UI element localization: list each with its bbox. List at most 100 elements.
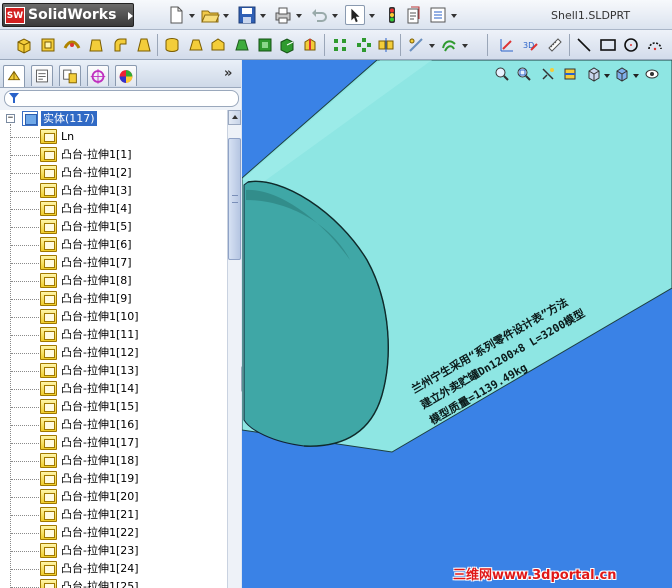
tree-item[interactable]: 凸台-拉伸1[18] (0, 452, 227, 470)
tree-item[interactable]: 凸台-拉伸1[1] (0, 146, 227, 164)
tree-vertical-scrollbar[interactable] (227, 110, 241, 588)
undo-icon[interactable] (309, 5, 329, 25)
model-render[interactable]: 兰州宁生采用“系列零件设计表”方法 建立外卖贮罐Dn1200×8 L=3200模… (242, 60, 672, 588)
swept-cut-icon[interactable] (209, 36, 227, 54)
open-document-icon[interactable] (200, 5, 220, 25)
rebuild-icon[interactable] (382, 5, 402, 25)
file-properties-icon[interactable] (404, 5, 424, 25)
more-tabs-chevron-icon[interactable]: » (224, 66, 232, 81)
scroll-up-arrow-icon[interactable] (228, 110, 241, 125)
open-dropdown-icon[interactable] (223, 14, 229, 18)
fillet-icon[interactable] (111, 36, 129, 54)
tree-item[interactable]: 凸台-拉伸1[17] (0, 434, 227, 452)
solid-body-icon (40, 309, 57, 324)
extruded-cut-icon[interactable] (163, 36, 181, 54)
3d-sketch-icon[interactable]: 3D (521, 36, 539, 54)
tree-connector (11, 317, 39, 318)
print-icon[interactable] (273, 5, 293, 25)
shell-icon[interactable] (256, 36, 274, 54)
solid-body-icon (40, 183, 57, 198)
tree-item[interactable]: 凸台-拉伸1[21] (0, 506, 227, 524)
view-orientation-dropdown-icon[interactable] (604, 74, 610, 78)
line-icon[interactable] (575, 36, 593, 54)
property-manager-tab-icon[interactable] (31, 65, 53, 86)
draft-icon[interactable] (278, 36, 296, 54)
tree-connector (11, 137, 39, 138)
lofted-boss-icon[interactable] (87, 36, 105, 54)
tree-item[interactable]: 凸台-拉伸1[12] (0, 344, 227, 362)
tree-root-solid-bodies[interactable]: − 实体(117) (0, 110, 227, 128)
tree-item[interactable]: 凸台-拉伸1[13] (0, 362, 227, 380)
tree-item[interactable]: 凸台-拉伸1[14] (0, 380, 227, 398)
solid-body-icon (40, 579, 57, 588)
tree-item-label: 凸台-拉伸1[7] (61, 256, 132, 269)
display-manager-tab-icon[interactable] (115, 65, 137, 86)
display-style-dropdown-icon[interactable] (633, 74, 639, 78)
tree-item[interactable]: 凸台-拉伸1[15] (0, 398, 227, 416)
reference-geometry-dropdown-icon[interactable] (429, 44, 435, 48)
chamfer-icon[interactable] (135, 36, 153, 54)
hide-show-items-icon[interactable] (644, 66, 660, 82)
rectangle-icon[interactable] (599, 36, 617, 54)
tree-item[interactable]: 凸台-拉伸1[5] (0, 218, 227, 236)
circle-icon[interactable] (622, 36, 640, 54)
revolved-cut-icon[interactable] (187, 36, 205, 54)
sketch-icon[interactable] (498, 36, 516, 54)
lofted-cut-icon[interactable] (233, 36, 251, 54)
zoom-to-fit-icon[interactable] (494, 66, 510, 82)
new-dropdown-icon[interactable] (189, 14, 195, 18)
undo-dropdown-icon[interactable] (332, 14, 338, 18)
tree-item[interactable]: 凸台-拉伸1[24] (0, 560, 227, 578)
tree-item[interactable]: 凸台-拉伸1[6] (0, 236, 227, 254)
tree-item[interactable]: 凸台-拉伸1[20] (0, 488, 227, 506)
print-dropdown-icon[interactable] (296, 14, 302, 18)
collapse-toggle-icon[interactable]: − (6, 114, 15, 123)
dimxpert-manager-tab-icon[interactable] (87, 65, 109, 86)
reference-geometry-icon[interactable] (407, 36, 425, 54)
extruded-boss-icon[interactable] (15, 36, 33, 54)
options-icon[interactable] (428, 5, 448, 25)
tree-item[interactable]: 凸台-拉伸1[7] (0, 254, 227, 272)
feature-manager-tab-icon[interactable] (3, 65, 25, 87)
mirror-icon[interactable] (377, 36, 395, 54)
tree-item[interactable]: 凸台-拉伸1[19] (0, 470, 227, 488)
revolved-boss-icon[interactable] (39, 36, 57, 54)
smart-dimension-icon[interactable] (546, 36, 564, 54)
linear-pattern-icon[interactable] (331, 36, 349, 54)
tree-item[interactable]: 凸台-拉伸1[25] (0, 578, 227, 588)
tree-item[interactable]: 凸台-拉伸1[23] (0, 542, 227, 560)
rib-icon[interactable] (301, 36, 319, 54)
view-orientation-icon[interactable] (586, 66, 602, 82)
tree-item[interactable]: 凸台-拉伸1[9] (0, 290, 227, 308)
tree-item[interactable]: 凸台-拉伸1[8] (0, 272, 227, 290)
solidworks-menu-button[interactable]: SW SolidWorks (2, 3, 134, 27)
tree-item[interactable]: 凸台-拉伸1[16] (0, 416, 227, 434)
select-pointer-icon[interactable] (345, 5, 365, 25)
tree-item[interactable]: 凸台-拉伸1[11] (0, 326, 227, 344)
tree-connector (11, 461, 39, 462)
zoom-to-area-icon[interactable] (516, 66, 532, 82)
graphics-viewport[interactable]: 兰州宁生采用“系列零件设计表”方法 建立外卖贮罐Dn1200×8 L=3200模… (242, 60, 672, 588)
tree-item[interactable]: 凸台-拉伸1[2] (0, 164, 227, 182)
select-dropdown-icon[interactable] (369, 14, 375, 18)
save-icon[interactable] (237, 5, 257, 25)
scrollbar-thumb[interactable] (228, 138, 241, 260)
tree-item[interactable]: 凸台-拉伸1[10] (0, 308, 227, 326)
arc-icon[interactable] (646, 36, 664, 54)
section-view-icon[interactable] (562, 66, 578, 82)
swept-boss-icon[interactable] (63, 36, 81, 54)
display-style-icon[interactable] (614, 66, 630, 82)
tree-item[interactable]: 凸台-拉伸1[3] (0, 182, 227, 200)
new-document-icon[interactable] (166, 5, 186, 25)
curves-icon[interactable] (440, 36, 458, 54)
tree-item[interactable]: Ln (0, 128, 227, 146)
configuration-manager-tab-icon[interactable] (59, 65, 81, 86)
curves-dropdown-icon[interactable] (462, 44, 468, 48)
circular-pattern-icon[interactable] (355, 36, 373, 54)
options-dropdown-icon[interactable] (451, 14, 457, 18)
previous-view-icon[interactable] (540, 66, 556, 82)
save-dropdown-icon[interactable] (260, 14, 266, 18)
tree-filter-input[interactable] (4, 90, 239, 107)
tree-item[interactable]: 凸台-拉伸1[4] (0, 200, 227, 218)
tree-item[interactable]: 凸台-拉伸1[22] (0, 524, 227, 542)
